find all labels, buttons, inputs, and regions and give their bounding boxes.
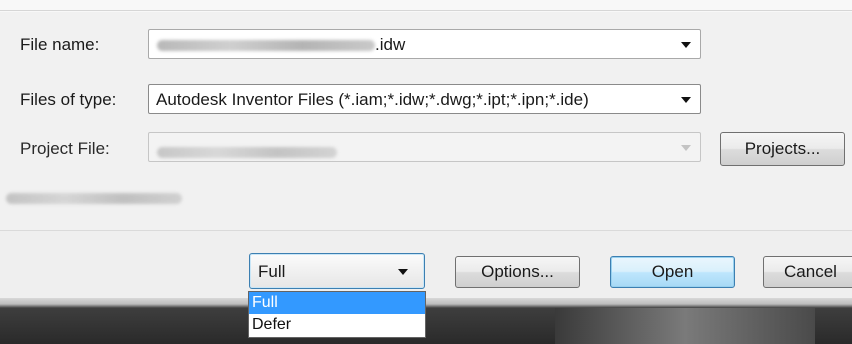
chevron-down-icon[interactable] [398,269,408,275]
redacted-file-name [157,40,375,52]
cancel-button[interactable]: Cancel [763,256,852,288]
redacted-project-file [157,147,337,159]
chevron-down-icon[interactable] [681,42,691,48]
projects-button[interactable]: Projects... [720,132,845,166]
cropped-caption-band [0,0,852,12]
load-mode-option-full[interactable]: Full [249,292,425,314]
background-window-strip [0,298,852,344]
caption-underline [0,10,852,11]
file-name-extension: .idw [375,35,406,54]
file-name-value[interactable]: .idw [157,35,405,55]
project-file-value [157,142,337,162]
files-of-type-value: Autodesk Inventor Files (*.iam;*.idw;*.d… [156,90,589,109]
file-name-combobox[interactable]: .idw [148,29,701,59]
chevron-down-icon[interactable] [681,145,691,151]
files-of-type-select[interactable]: Autodesk Inventor Files (*.iam;*.idw;*.d… [148,84,701,114]
load-mode-value: Full [258,262,286,281]
open-button[interactable]: Open [610,256,735,288]
background-reflection [555,308,815,344]
load-mode-dropdown-list: Full Defer [248,291,426,338]
project-file-label: Project File: [20,139,110,158]
chevron-down-icon[interactable] [681,97,691,103]
load-mode-select[interactable]: Full [249,253,425,289]
load-mode-option-defer[interactable]: Defer [249,314,425,336]
files-of-type-label: Files of type: [20,90,117,109]
redacted-version-text [6,193,182,205]
project-file-select[interactable] [148,132,701,162]
options-button[interactable]: Options... [455,256,580,288]
version-info [6,188,182,208]
file-name-label: File name: [20,35,100,54]
